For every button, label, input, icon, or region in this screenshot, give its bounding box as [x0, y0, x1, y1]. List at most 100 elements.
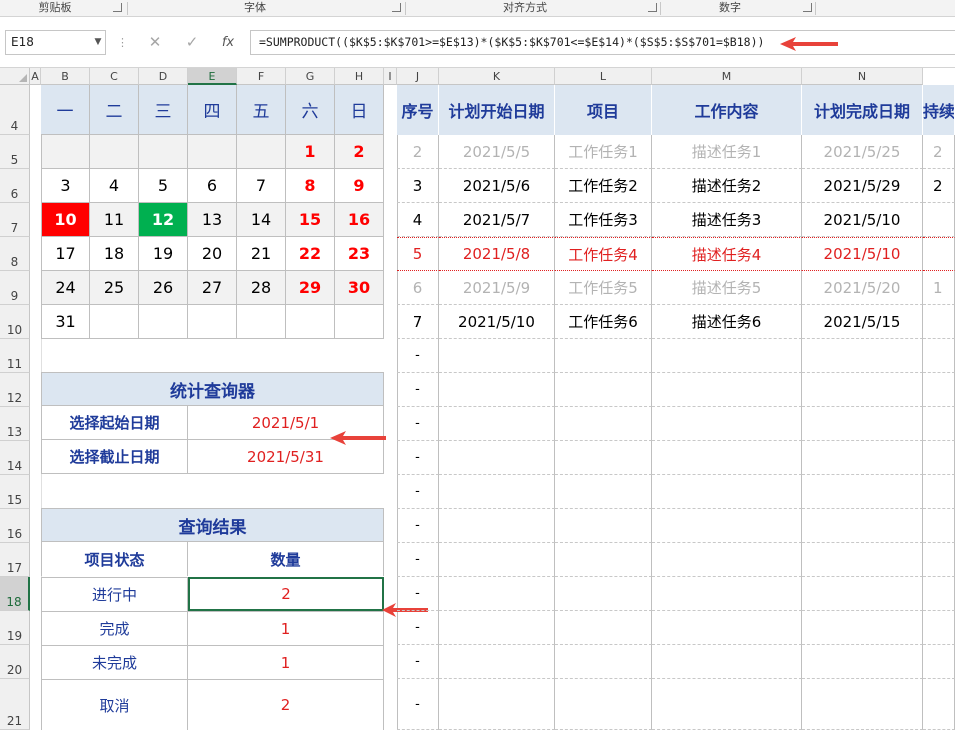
calendar-day[interactable]: 12: [139, 203, 188, 237]
task-cell-blank[interactable]: [652, 611, 802, 645]
task-cell-blank[interactable]: [923, 441, 955, 475]
task-cell-no[interactable]: 4: [397, 203, 439, 237]
task-cell-start[interactable]: 2021/5/9: [439, 271, 555, 305]
task-cell-blank[interactable]: [802, 509, 923, 543]
task-cell-blank[interactable]: [802, 475, 923, 509]
task-cell-end[interactable]: 2021/5/10: [802, 237, 923, 271]
calendar-day[interactable]: [286, 305, 335, 339]
task-cell-blank[interactable]: [652, 509, 802, 543]
insert-function-icon[interactable]: fx: [216, 30, 240, 55]
row-header-15[interactable]: 15: [0, 475, 30, 509]
task-cell-empty[interactable]: -: [397, 373, 439, 407]
task-cell-blank[interactable]: [652, 475, 802, 509]
task-cell-blank[interactable]: [439, 509, 555, 543]
task-table-header[interactable]: 计划开始日期: [439, 85, 555, 135]
task-cell-project[interactable]: 工作任务6: [555, 305, 652, 339]
task-cell-blank[interactable]: [652, 441, 802, 475]
task-cell-blank[interactable]: [555, 475, 652, 509]
row-header-12[interactable]: 12: [0, 373, 30, 407]
task-cell-empty[interactable]: -: [397, 441, 439, 475]
formula-input[interactable]: =SUMPRODUCT(($K$5:$K$701>=$E$13)*($K$5:$…: [250, 30, 955, 55]
result-count[interactable]: 2: [188, 679, 384, 730]
task-cell-blank[interactable]: [555, 611, 652, 645]
task-cell-blank[interactable]: [439, 339, 555, 373]
row-header-14[interactable]: 14: [0, 441, 30, 475]
task-cell-start[interactable]: 2021/5/8: [439, 237, 555, 271]
task-cell-no[interactable]: 3: [397, 169, 439, 203]
calendar-day[interactable]: 22: [286, 237, 335, 271]
task-cell-end[interactable]: 2021/5/15: [802, 305, 923, 339]
task-cell-extra[interactable]: [923, 203, 955, 237]
task-cell-blank[interactable]: [923, 475, 955, 509]
column-header-j[interactable]: J: [397, 68, 439, 85]
calendar-day[interactable]: 30: [335, 271, 384, 305]
task-cell-blank[interactable]: [802, 407, 923, 441]
calendar-day[interactable]: 21: [237, 237, 286, 271]
task-cell-blank[interactable]: [923, 611, 955, 645]
column-header-l[interactable]: L: [555, 68, 652, 85]
task-cell-empty[interactable]: -: [397, 543, 439, 577]
task-cell-end[interactable]: 2021/5/29: [802, 169, 923, 203]
calendar-day[interactable]: [188, 305, 237, 339]
calendar-day[interactable]: 28: [237, 271, 286, 305]
cancel-icon[interactable]: ✕: [143, 30, 167, 55]
calendar-day[interactable]: 8: [286, 169, 335, 203]
task-cell-blank[interactable]: [439, 679, 555, 730]
task-cell-content[interactable]: 描述任务6: [652, 305, 802, 339]
row-header-13[interactable]: 13: [0, 407, 30, 441]
task-table-header[interactable]: 项目: [555, 85, 652, 135]
column-header-k[interactable]: K: [439, 68, 555, 85]
number-launcher-icon[interactable]: [803, 3, 812, 12]
row-header-16[interactable]: 16: [0, 509, 30, 543]
task-cell-blank[interactable]: [555, 509, 652, 543]
calendar-day[interactable]: [237, 135, 286, 169]
column-header-i[interactable]: I: [384, 68, 397, 85]
column-header-b[interactable]: B: [41, 68, 90, 85]
calendar-day[interactable]: 25: [90, 271, 139, 305]
row-header-21[interactable]: 21: [0, 679, 30, 730]
column-header-n[interactable]: N: [802, 68, 923, 85]
task-cell-project[interactable]: 工作任务5: [555, 271, 652, 305]
task-cell-blank[interactable]: [802, 645, 923, 679]
column-header-a[interactable]: A: [30, 68, 41, 85]
task-cell-blank[interactable]: [439, 475, 555, 509]
calendar-day[interactable]: 16: [335, 203, 384, 237]
task-cell-blank[interactable]: [439, 543, 555, 577]
task-cell-blank[interactable]: [555, 339, 652, 373]
task-cell-end[interactable]: 2021/5/20: [802, 271, 923, 305]
task-cell-no[interactable]: 7: [397, 305, 439, 339]
task-cell-blank[interactable]: [652, 373, 802, 407]
calendar-day[interactable]: 23: [335, 237, 384, 271]
task-cell-blank[interactable]: [802, 373, 923, 407]
task-cell-project[interactable]: 工作任务1: [555, 135, 652, 169]
task-cell-content[interactable]: 描述任务3: [652, 203, 802, 237]
alignment-launcher-icon[interactable]: [648, 3, 657, 12]
task-cell-blank[interactable]: [652, 407, 802, 441]
column-header-d[interactable]: D: [139, 68, 188, 85]
task-cell-blank[interactable]: [439, 611, 555, 645]
task-cell-extra[interactable]: 2: [923, 169, 955, 203]
task-cell-extra[interactable]: [923, 305, 955, 339]
task-cell-extra[interactable]: 1: [923, 271, 955, 305]
task-cell-blank[interactable]: [652, 543, 802, 577]
task-cell-blank[interactable]: [923, 407, 955, 441]
row-header-19[interactable]: 19: [0, 611, 30, 645]
column-header-f[interactable]: F: [237, 68, 286, 85]
calendar-day[interactable]: [139, 135, 188, 169]
task-cell-no[interactable]: 6: [397, 271, 439, 305]
task-cell-blank[interactable]: [439, 407, 555, 441]
column-header-m[interactable]: M: [652, 68, 802, 85]
task-cell-start[interactable]: 2021/5/7: [439, 203, 555, 237]
row-header-18[interactable]: 18: [0, 577, 30, 611]
enter-icon[interactable]: ✓: [180, 30, 204, 55]
task-cell-content[interactable]: 描述任务5: [652, 271, 802, 305]
calendar-day[interactable]: [90, 135, 139, 169]
task-cell-blank[interactable]: [555, 679, 652, 730]
task-cell-blank[interactable]: [802, 577, 923, 611]
calendar-day[interactable]: 3: [41, 169, 90, 203]
task-cell-content[interactable]: 描述任务2: [652, 169, 802, 203]
row-header-6[interactable]: 6: [0, 169, 30, 203]
calendar-day[interactable]: [90, 305, 139, 339]
task-cell-content[interactable]: 描述任务4: [652, 237, 802, 271]
calendar-day[interactable]: 15: [286, 203, 335, 237]
